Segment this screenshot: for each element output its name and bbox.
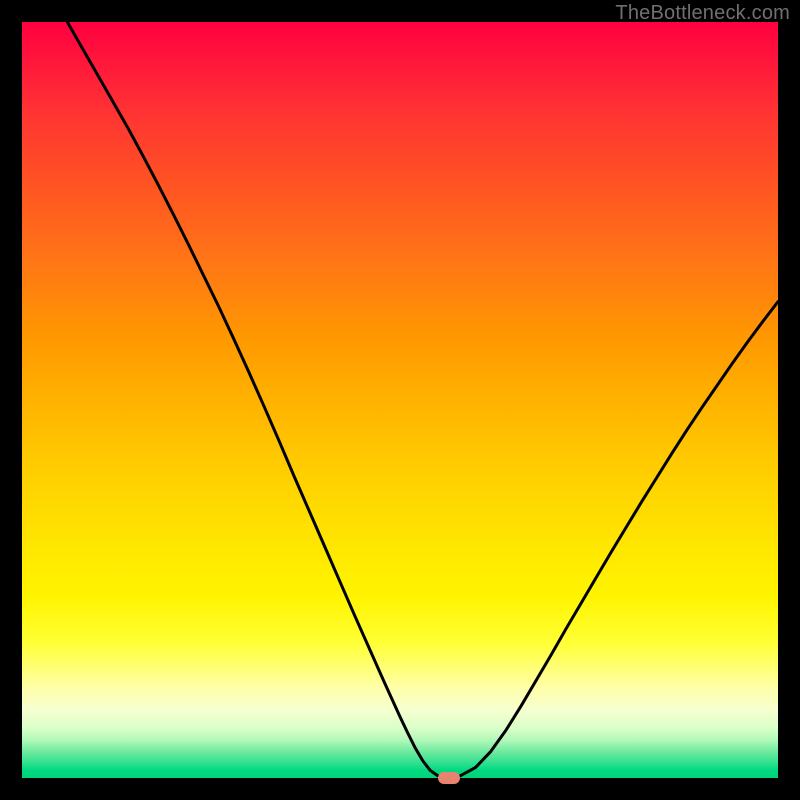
curve-layer — [22, 22, 778, 778]
chart-container: TheBottleneck.com — [0, 0, 800, 800]
min-marker — [438, 772, 460, 784]
plot-area — [22, 22, 778, 778]
